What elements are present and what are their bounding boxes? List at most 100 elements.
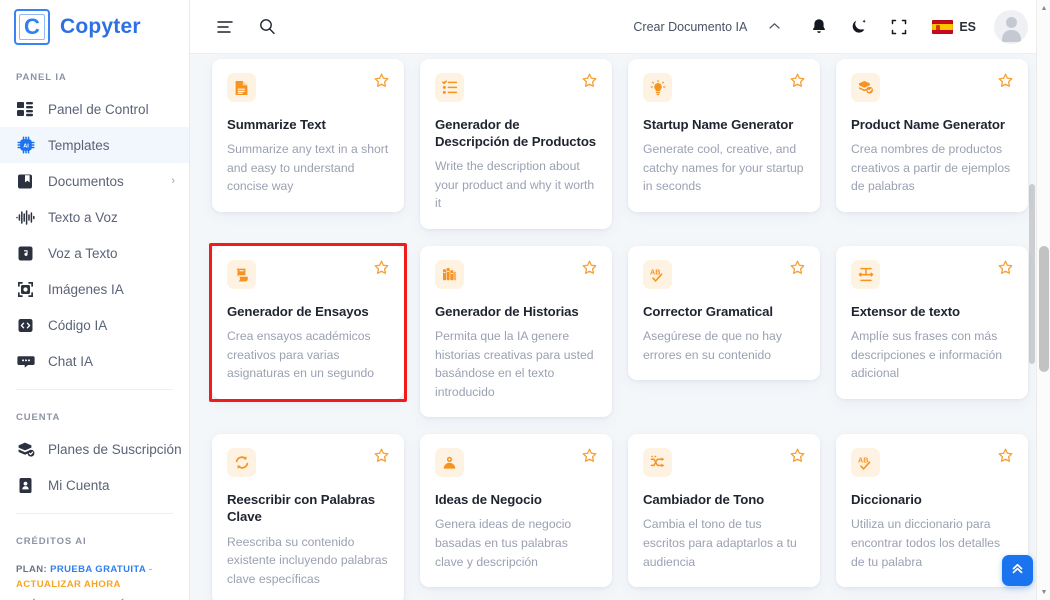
card-description: Cambia el tono de tus escritos para adap… xyxy=(643,517,797,569)
spellcheck-icon: AB xyxy=(643,259,672,289)
brand-logo[interactable]: C Copyter xyxy=(0,0,189,54)
favorite-star-icon[interactable] xyxy=(582,73,597,92)
credits-block: PLAN: PRUEBA GRATUITA - ACTUALIZAR AHORA… xyxy=(0,555,189,600)
sidebar-item-codigo-ia[interactable]: Código IA xyxy=(0,307,189,343)
sidebar-item-label: Panel de Control xyxy=(48,101,149,117)
sidebar-scroll: PANEL IA Panel de Control AI Templates D… xyxy=(0,54,189,600)
image-ai-icon xyxy=(16,280,35,299)
plan-name: PRUEBA GRATUITA xyxy=(50,564,146,575)
chat-icon xyxy=(16,352,35,371)
lightbulb-icon xyxy=(643,73,672,102)
template-card[interactable]: Generador de Descripción de Productos Wr… xyxy=(420,59,612,229)
favorite-star-icon[interactable] xyxy=(582,448,597,467)
card-title: Reescribir con Palabras Clave xyxy=(227,492,375,525)
sidebar-item-label: Documentos xyxy=(48,173,124,189)
favorite-star-icon[interactable] xyxy=(790,73,805,92)
template-card[interactable]: Generador de Historias Permita que la IA… xyxy=(420,245,612,418)
favorite-star-icon[interactable] xyxy=(998,260,1013,279)
card-title: Summarize Text xyxy=(227,117,326,132)
scroll-pen-icon xyxy=(227,259,256,289)
spellcheck-icon: AB xyxy=(851,448,880,478)
templates-content: Summarize Text Summarize any text in a s… xyxy=(190,54,1050,600)
language-selector[interactable]: ES xyxy=(920,19,984,34)
sidebar-item-documentos[interactable]: Documentos › xyxy=(0,163,189,199)
sidebar-item-texto-a-voz[interactable]: Texto a Voz xyxy=(0,199,189,235)
subscription-icon xyxy=(16,440,35,459)
person-idea-icon xyxy=(435,448,464,478)
favorite-star-icon[interactable] xyxy=(998,448,1013,467)
create-document-button[interactable]: Crear Documento IA xyxy=(627,20,753,34)
brand-name: Copyter xyxy=(60,15,141,38)
search-icon[interactable] xyxy=(250,10,284,44)
brand-letter: C xyxy=(24,14,40,39)
template-card-generador-de-ensayos[interactable]: Generador de Ensayos Crea ensayos académ… xyxy=(212,245,404,399)
sidebar-item-panel-de-control[interactable]: Panel de Control xyxy=(0,91,189,127)
template-card[interactable]: Product Name Generator Crea nombres de p… xyxy=(836,59,1028,212)
topbar-right-group: Crear Documento IA ES xyxy=(627,9,1028,44)
template-card[interactable]: AB Corrector Gramatical Asegúrese de que… xyxy=(628,245,820,381)
card-header xyxy=(227,448,389,478)
favorite-star-icon[interactable] xyxy=(374,260,389,279)
content-scrollbar[interactable] xyxy=(1028,54,1036,600)
card-header xyxy=(435,73,597,102)
sidebar-item-imagenes-ia[interactable]: Imágenes IA xyxy=(0,271,189,307)
sidebar-item-chat-ia[interactable]: Chat IA xyxy=(0,343,189,379)
scroll-up-arrow-icon[interactable]: ▲ xyxy=(1037,1,1050,15)
card-header xyxy=(851,259,1013,289)
sidebar-item-planes-de-suscripcion[interactable]: Planes de Suscripción xyxy=(0,431,189,467)
card-title: Startup Name Generator xyxy=(643,117,794,132)
favorite-star-icon[interactable] xyxy=(998,73,1013,92)
microphone-file-icon xyxy=(16,244,35,263)
sidebar-item-mi-cuenta[interactable]: Mi Cuenta xyxy=(0,467,189,503)
sidebar-item-label: Voz a Texto xyxy=(48,245,118,261)
renewal-line: PRÓXIMA RENOVACIÓN: SIN RENOVACIÓN xyxy=(16,592,175,600)
template-card[interactable]: Cambiador de Tono Cambia el tono de tus … xyxy=(628,434,820,588)
card-header: AB xyxy=(851,448,1013,478)
plan-upgrade-link[interactable]: ACTUALIZAR AHORA xyxy=(16,579,121,590)
card-header xyxy=(227,73,389,102)
expand-text-icon xyxy=(851,259,880,289)
card-description: Utiliza un diccionario para encontrar to… xyxy=(851,517,1001,569)
card-header xyxy=(435,448,597,478)
card-header: AB xyxy=(643,259,805,289)
user-avatar-icon xyxy=(994,10,1028,44)
template-card[interactable]: Ideas de Negocio Genera ideas de negocio… xyxy=(420,434,612,588)
scroll-down-arrow-icon[interactable]: ▼ xyxy=(1037,585,1050,599)
card-title: Generador de Ensayos xyxy=(227,303,369,319)
moon-icon[interactable] xyxy=(840,10,878,44)
content-scrollbar-thumb[interactable] xyxy=(1029,184,1035,364)
card-header xyxy=(643,448,805,478)
template-card[interactable]: Extensor de texto Amplíe sus frases con … xyxy=(836,245,1028,399)
template-card[interactable]: AB Diccionario Utiliza un diccionario pa… xyxy=(836,434,1028,588)
card-description: Permita que la IA genere historias creat… xyxy=(435,329,594,399)
chevron-up-icon[interactable] xyxy=(755,21,798,33)
favorite-star-icon[interactable] xyxy=(374,73,389,92)
sidebar-item-templates[interactable]: AI Templates xyxy=(0,127,189,163)
favorite-star-icon[interactable] xyxy=(790,448,805,467)
sidebar: C Copyter PANEL IA Panel de Control AI T… xyxy=(0,0,190,600)
sidebar-item-label: Texto a Voz xyxy=(48,209,118,225)
card-title: Diccionario xyxy=(851,492,922,508)
card-description: Amplíe sus frases con más descripciones … xyxy=(851,329,1003,381)
sidebar-item-label: Planes de Suscripción xyxy=(48,441,182,457)
app-root: C Copyter PANEL IA Panel de Control AI T… xyxy=(0,0,1050,600)
sidebar-item-label: Imágenes IA xyxy=(48,281,124,297)
favorite-star-icon[interactable] xyxy=(374,448,389,467)
template-card[interactable]: Reescribir con Palabras Clave Reescriba … xyxy=(212,434,404,600)
card-title: Generador de Historias xyxy=(435,303,579,319)
favorite-star-icon[interactable] xyxy=(582,260,597,279)
template-card[interactable]: Startup Name Generator Generate cool, cr… xyxy=(628,59,820,212)
language-code: ES xyxy=(959,19,976,34)
sidebar-item-voz-a-texto[interactable]: Voz a Texto xyxy=(0,235,189,271)
browser-scrollbar-thumb[interactable] xyxy=(1039,246,1049,372)
favorite-star-icon[interactable] xyxy=(790,260,805,279)
fullscreen-icon[interactable] xyxy=(880,10,918,44)
browser-scrollbar[interactable]: ▲ ▼ xyxy=(1036,0,1050,600)
bell-icon[interactable] xyxy=(800,10,838,44)
hamburger-align-icon[interactable] xyxy=(208,10,242,44)
template-card[interactable]: Summarize Text Summarize any text in a s… xyxy=(212,59,404,212)
tone-shuffle-icon xyxy=(643,448,672,478)
card-header xyxy=(227,259,389,289)
avatar[interactable] xyxy=(994,9,1028,44)
card-description: Write the description about your product… xyxy=(435,159,595,211)
